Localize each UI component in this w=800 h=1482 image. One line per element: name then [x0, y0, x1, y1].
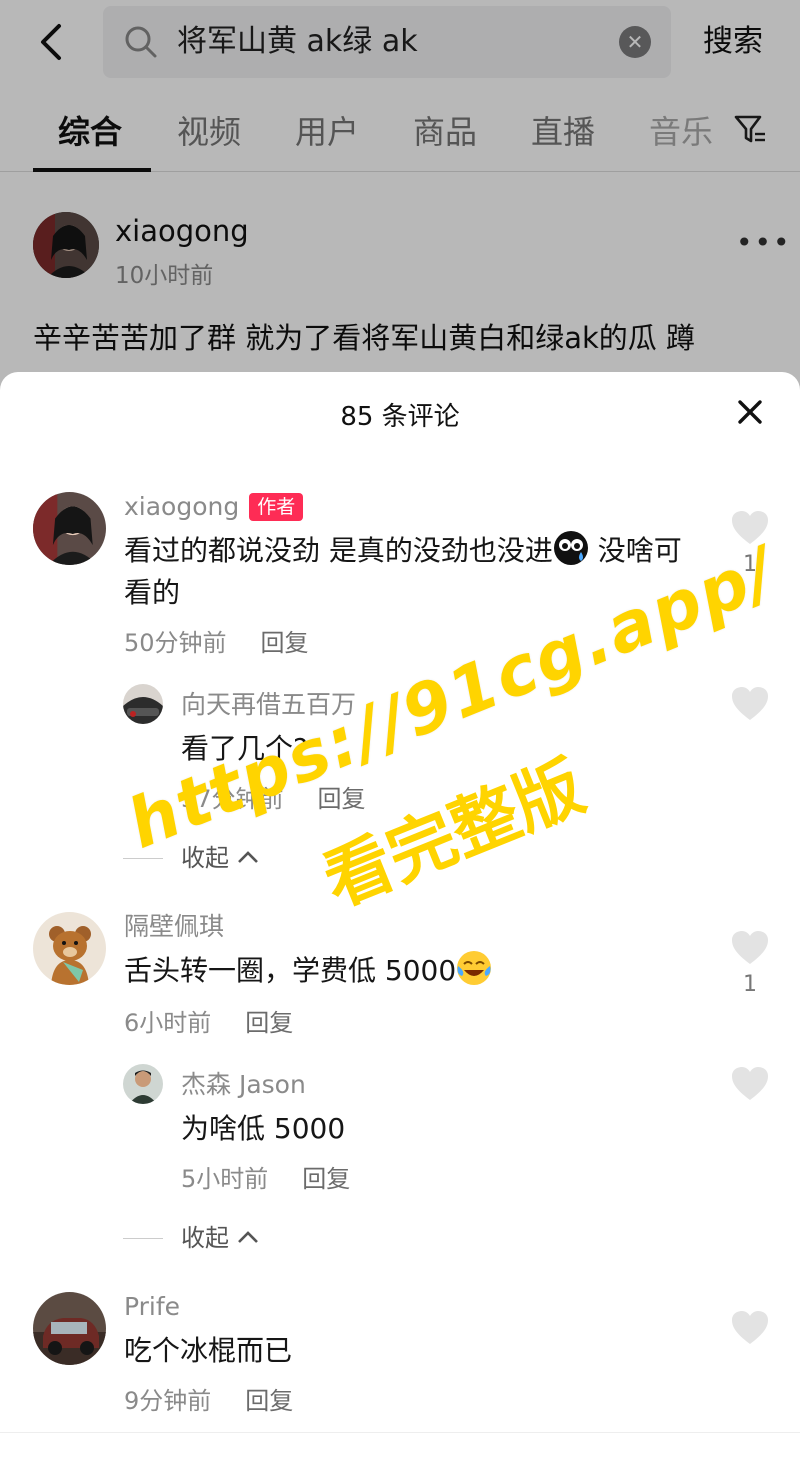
divider — [123, 858, 163, 859]
comments-sheet: 85 条评论 xiaogong 作者 看过的都说没劲 是真的没劲也没进 没啥可看的… — [0, 372, 800, 1482]
chevron-up-icon — [237, 851, 258, 863]
comment-meta: 6小时前 回复 — [124, 1009, 294, 1037]
like-count: 1 — [743, 972, 757, 997]
comment-username[interactable]: Prife — [124, 1292, 180, 1322]
comment-text: 看过的都说没劲 是真的没劲也没进 没啥可看的 — [124, 530, 694, 614]
chevron-up-icon — [237, 1231, 258, 1243]
reply-button[interactable]: 回复 — [302, 1165, 350, 1193]
close-icon[interactable] — [734, 396, 766, 428]
comment-meta: 50分钟前 回复 — [124, 629, 309, 657]
sweat-emoji-icon — [553, 530, 589, 566]
avatar[interactable] — [33, 912, 106, 985]
comments-title: 85 条评论 — [340, 402, 460, 432]
reply-button[interactable]: 回复 — [245, 1387, 293, 1415]
comment-meta: 9分钟前 回复 — [124, 1387, 294, 1415]
comment-text: 吃个冰棍而已 — [124, 1334, 293, 1367]
comment-username[interactable]: xiaogong 作者 — [124, 492, 304, 522]
heart-icon[interactable] — [731, 1310, 769, 1346]
comment-meta: 5小时前 回复 — [181, 1165, 351, 1193]
heart-icon[interactable] — [731, 1066, 769, 1102]
comment-text: 看了几个? — [181, 732, 308, 765]
collapse-button[interactable]: 收起 — [181, 1223, 259, 1253]
avatar[interactable] — [123, 1064, 163, 1104]
heart-icon[interactable] — [731, 686, 769, 722]
author-badge: 作者 — [249, 493, 304, 521]
comment-text: 为啥低 5000 — [181, 1112, 346, 1145]
reply-button[interactable]: 回复 — [245, 1009, 293, 1037]
reply-button[interactable]: 回复 — [318, 785, 366, 813]
collapse-button[interactable]: 收起 — [181, 843, 259, 873]
reply-button[interactable]: 回复 — [261, 629, 309, 657]
like-count: 1 — [743, 552, 757, 577]
avatar[interactable] — [33, 1292, 106, 1365]
heart-icon[interactable] — [731, 510, 769, 546]
comment-username[interactable]: 向天再借五百万 — [181, 690, 356, 720]
heart-icon[interactable] — [731, 930, 769, 966]
avatar[interactable] — [33, 492, 106, 565]
laughing-crying-emoji-icon — [456, 950, 492, 986]
comment-text: 舌头转一圈，学费低 5000 — [124, 950, 694, 992]
comment-username[interactable]: 隔壁佩琪 — [124, 912, 224, 942]
divider — [0, 1432, 800, 1433]
avatar[interactable] — [123, 684, 163, 724]
comment-username[interactable]: 杰森 Jason — [181, 1070, 306, 1100]
divider — [123, 1238, 163, 1239]
comment-meta: 37分钟前 回复 — [181, 785, 366, 813]
